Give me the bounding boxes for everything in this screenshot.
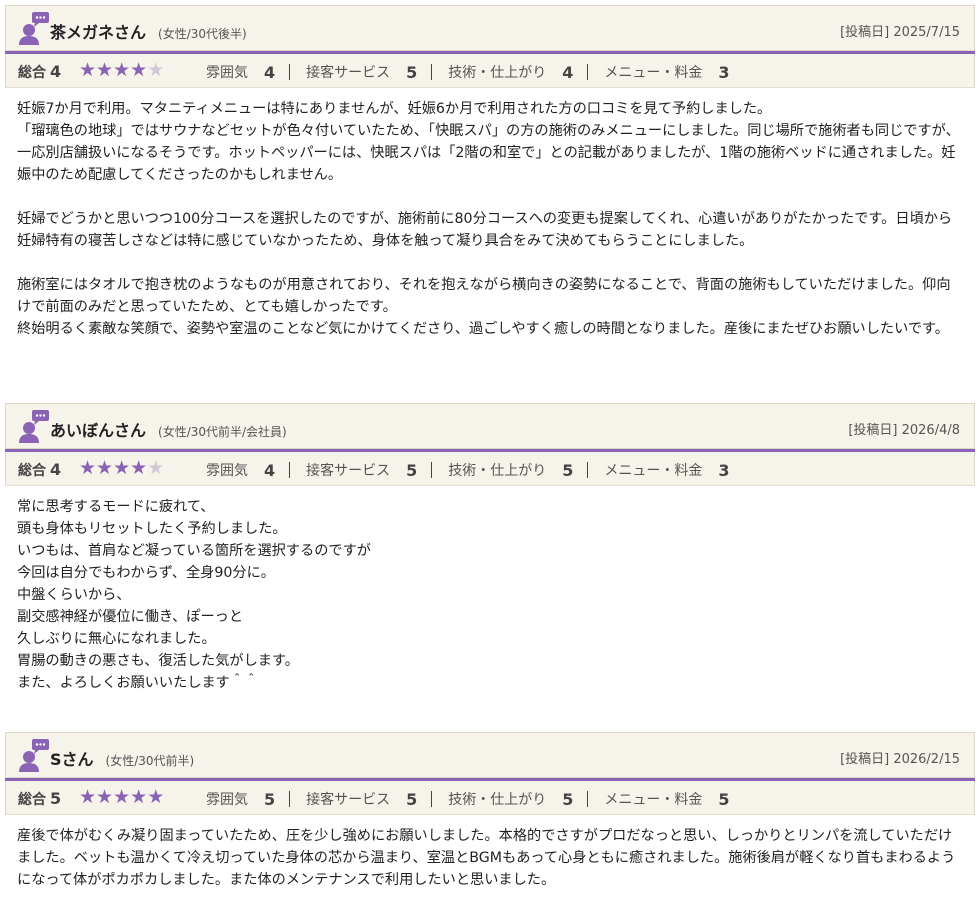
separator xyxy=(431,462,433,478)
score-bar: 総合 5 ★★★★★ 雰囲気 5 接客サービス 5 技術・仕上がり 5 メニュー・料金 5 xyxy=(5,781,975,815)
category-score: 接客サービス 5 xyxy=(306,460,417,480)
category-value: 5 xyxy=(406,62,418,82)
post-date: [投稿日] 2025/7/15 xyxy=(840,25,960,40)
reviewer-name: Sさん (女性/30代前半) xyxy=(50,750,195,769)
category-value: 4 xyxy=(562,62,574,82)
category-label: 技術・仕上がり xyxy=(448,65,547,81)
category-value: 5 xyxy=(718,789,730,809)
star-icon: ★ xyxy=(96,457,114,479)
category-score: 技術・仕上がり 5 xyxy=(448,460,573,480)
category-label: 雰囲気 xyxy=(206,792,248,808)
category-label: メニュー・料金 xyxy=(604,463,703,479)
category-value: 5 xyxy=(264,789,276,809)
separator xyxy=(289,462,291,478)
review-card: あいぼんさん (女性/30代前半/会社員) [投稿日] 2026/4/8 総合 4 … xyxy=(5,403,975,694)
star-icon: ★ xyxy=(130,59,148,81)
score-bar: 総合 4 ★★★★★ 雰囲気 4 接客サービス 5 技術・仕上がり 4 メニュー・料金 3 xyxy=(5,54,975,88)
star-icon: ★ xyxy=(113,786,131,808)
total-score: 総合 4 xyxy=(18,62,62,81)
user-avatar-icon xyxy=(19,410,49,443)
category-value: 5 xyxy=(562,789,574,809)
category-score: 接客サービス 5 xyxy=(306,789,417,809)
review-header: あいぼんさん (女性/30代前半/会社員) [投稿日] 2026/4/8 xyxy=(5,403,975,449)
category-label: 技術・仕上がり xyxy=(448,463,547,479)
reviewer-name: あいぼんさん (女性/30代前半/会社員) xyxy=(50,421,287,440)
total-score: 総合 5 xyxy=(18,789,62,808)
category-score: 雰囲気 5 xyxy=(206,789,275,809)
star-icon: ★ xyxy=(147,786,165,808)
category-label: 雰囲気 xyxy=(206,463,248,479)
category-scores: 雰囲気 4 接客サービス 5 技術・仕上がり 4 メニュー・料金 3 xyxy=(206,62,730,82)
reviewer-attributes: (女性/30代後半) xyxy=(158,27,247,41)
star-icon: ★ xyxy=(79,786,97,808)
category-value: 4 xyxy=(264,62,276,82)
reviewer-name: 茶メガネさん (女性/30代後半) xyxy=(50,23,247,42)
category-value: 3 xyxy=(718,62,730,82)
user-avatar-icon xyxy=(19,739,49,772)
category-score: メニュー・料金 5 xyxy=(604,789,729,809)
star-icon: ★ xyxy=(147,457,165,479)
separator xyxy=(289,791,291,807)
star-icon: ★ xyxy=(79,457,97,479)
category-score: 技術・仕上がり 4 xyxy=(448,62,573,82)
category-score: 雰囲気 4 xyxy=(206,460,275,480)
star-rating: ★★★★★ xyxy=(79,457,164,479)
star-icon: ★ xyxy=(96,786,114,808)
separator xyxy=(431,64,433,80)
star-icon: ★ xyxy=(113,457,131,479)
category-score: メニュー・料金 3 xyxy=(604,460,729,480)
category-value: 5 xyxy=(406,789,418,809)
category-value: 5 xyxy=(562,460,574,480)
separator xyxy=(587,64,589,80)
reviewer-attributes: (女性/30代前半) xyxy=(105,754,195,768)
category-label: 接客サービス xyxy=(306,65,391,81)
total-score: 総合 4 xyxy=(18,460,62,479)
review-text: 妊娠7か月で利用。マタニティメニューは特にありませんが、妊娠6か月で利用された方… xyxy=(17,101,960,337)
user-avatar-icon xyxy=(19,12,49,45)
star-icon: ★ xyxy=(96,59,114,81)
review-header: 茶メガネさん (女性/30代後半) [投稿日] 2025/7/15 xyxy=(5,5,975,51)
star-icon: ★ xyxy=(113,59,131,81)
post-date: [投稿日] 2026/2/15 xyxy=(840,752,960,767)
reviewer-attributes: (女性/30代前半/会社員) xyxy=(158,425,287,439)
category-score: メニュー・料金 3 xyxy=(604,62,729,82)
category-label: 技術・仕上がり xyxy=(448,792,547,808)
star-icon: ★ xyxy=(79,59,97,81)
category-score: 雰囲気 4 xyxy=(206,62,275,82)
star-rating: ★★★★★ xyxy=(79,786,164,808)
star-rating: ★★★★★ xyxy=(79,59,164,81)
category-label: 雰囲気 xyxy=(206,65,248,81)
review-card: Sさん (女性/30代前半) [投稿日] 2026/2/15 総合 5 ★★★★★ … xyxy=(5,732,975,891)
score-bar: 総合 4 ★★★★★ 雰囲気 4 接客サービス 5 技術・仕上がり 5 メニュー・料金 3 xyxy=(5,452,975,486)
star-icon: ★ xyxy=(130,457,148,479)
category-value: 3 xyxy=(718,460,730,480)
separator xyxy=(587,791,589,807)
separator xyxy=(587,462,589,478)
review-header: Sさん (女性/30代前半) [投稿日] 2026/2/15 xyxy=(5,732,975,778)
category-label: 接客サービス xyxy=(306,792,391,808)
category-label: メニュー・料金 xyxy=(604,65,703,81)
category-scores: 雰囲気 4 接客サービス 5 技術・仕上がり 5 メニュー・料金 3 xyxy=(206,460,730,480)
category-label: 接客サービス xyxy=(306,463,391,479)
star-icon: ★ xyxy=(147,59,165,81)
category-label: メニュー・料金 xyxy=(604,792,703,808)
category-value: 5 xyxy=(406,460,418,480)
category-score: 技術・仕上がり 5 xyxy=(448,789,573,809)
review-text: 常に思考するモードに疲れて、 頭も身体もリセットしたく予約しました。 いつもは、… xyxy=(17,499,371,691)
category-scores: 雰囲気 5 接客サービス 5 技術・仕上がり 5 メニュー・料金 5 xyxy=(206,789,730,809)
review-card: 茶メガネさん (女性/30代後半) [投稿日] 2025/7/15 総合 4 ★★★… xyxy=(5,5,975,340)
separator xyxy=(431,791,433,807)
separator xyxy=(289,64,291,80)
category-score: 接客サービス 5 xyxy=(306,62,417,82)
review-text: 産後で体がむくみ凝り固まっていたため、圧を少し強めにお願いしました。本格的でさす… xyxy=(17,828,956,888)
category-value: 4 xyxy=(264,460,276,480)
star-icon: ★ xyxy=(130,786,148,808)
post-date: [投稿日] 2026/4/8 xyxy=(848,423,960,438)
